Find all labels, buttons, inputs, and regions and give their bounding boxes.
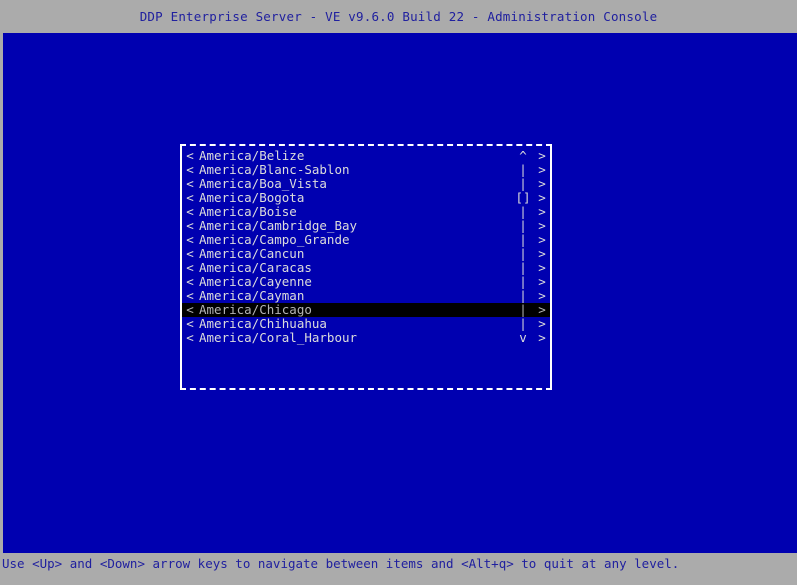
right-arrow-icon: > <box>538 148 546 163</box>
list-item[interactable]: < America/Chihuahua | > <box>182 317 550 331</box>
right-arrow-icon: > <box>538 316 546 331</box>
list-item-label: America/Cambridge_Bay <box>199 219 358 233</box>
list-item-label: America/Caracas <box>199 261 312 275</box>
list-item[interactable]: < America/Boa_Vista | > <box>182 177 550 191</box>
list-item-label: America/Coral_Harbour <box>199 331 358 345</box>
right-arrow-icon: > <box>538 260 546 275</box>
left-arrow-icon: < <box>186 288 194 303</box>
terminal-screen: DDP Enterprise Server - VE v9.6.0 Build … <box>0 0 797 585</box>
list-item-label: America/Blanc-Sablon <box>199 163 350 177</box>
list-item[interactable]: < America/Cambridge_Bay | > <box>182 219 550 233</box>
left-arrow-icon: < <box>186 162 194 177</box>
scrollbar-cell[interactable]: | <box>512 275 534 289</box>
status-bar: Use <Up> and <Down> arrow keys to naviga… <box>0 553 797 585</box>
list-item[interactable]: < America/Cayman | > <box>182 289 550 303</box>
list-item-label: America/Campo_Grande <box>199 233 350 247</box>
scrollbar-cell[interactable]: | <box>512 261 534 275</box>
right-arrow-icon: > <box>538 232 546 247</box>
list-item-label: America/Boa_Vista <box>199 177 327 191</box>
left-arrow-icon: < <box>186 232 194 247</box>
list-item[interactable]: < America/Campo_Grande | > <box>182 233 550 247</box>
scrollbar-cell[interactable]: | <box>512 317 534 331</box>
scrollbar-cell[interactable]: [] <box>512 191 534 205</box>
right-arrow-icon: > <box>538 162 546 177</box>
scrollbar-cell[interactable]: | <box>512 177 534 191</box>
left-arrow-icon: < <box>186 246 194 261</box>
list-item-label: America/Cancun <box>199 247 305 261</box>
left-arrow-icon: < <box>186 148 194 163</box>
timezone-list[interactable]: < America/Belize ^ > < America/Blanc-Sablon | >… <box>182 149 550 385</box>
scrollbar-cell[interactable]: | <box>512 289 534 303</box>
scrollbar-cell[interactable]: | <box>512 205 534 219</box>
list-item-label: America/Bogota <box>199 191 305 205</box>
right-arrow-icon: > <box>538 190 546 205</box>
right-arrow-icon: > <box>538 246 546 261</box>
list-item[interactable]: < America/Coral_Harbour v > <box>182 331 550 345</box>
list-item[interactable]: < America/Bogota [] > <box>182 191 550 205</box>
title-bar: DDP Enterprise Server - VE v9.6.0 Build … <box>0 0 797 33</box>
list-item[interactable]: < America/Cancun | > <box>182 247 550 261</box>
list-item[interactable]: < America/Chicago | > <box>182 303 550 317</box>
timezone-dialog[interactable]: < America/Belize ^ > < America/Blanc-Sablon | >… <box>180 144 552 390</box>
scrollbar-cell[interactable]: | <box>512 303 534 317</box>
list-item-label: America/Cayenne <box>199 275 312 289</box>
right-arrow-icon: > <box>538 204 546 219</box>
right-arrow-icon: > <box>538 288 546 303</box>
scrollbar-cell[interactable]: | <box>512 247 534 261</box>
left-arrow-icon: < <box>186 190 194 205</box>
list-item[interactable]: < America/Caracas | > <box>182 261 550 275</box>
scrollbar-cell[interactable]: | <box>512 233 534 247</box>
left-arrow-icon: < <box>186 302 194 317</box>
list-item[interactable]: < America/Blanc-Sablon | > <box>182 163 550 177</box>
left-arrow-icon: < <box>186 218 194 233</box>
left-arrow-icon: < <box>186 316 194 331</box>
list-item[interactable]: < America/Belize ^ > <box>182 149 550 163</box>
list-item[interactable]: < America/Cayenne | > <box>182 275 550 289</box>
right-arrow-icon: > <box>538 274 546 289</box>
status-hint-text: Use <Up> and <Down> arrow keys to naviga… <box>2 556 680 571</box>
scrollbar-cell[interactable]: v <box>512 331 534 345</box>
list-item-label: America/Chicago <box>199 303 312 317</box>
list-item-label: America/Belize <box>199 149 305 163</box>
left-arrow-icon: < <box>186 274 194 289</box>
left-arrow-icon: < <box>186 260 194 275</box>
left-arrow-icon: < <box>186 176 194 191</box>
right-arrow-icon: > <box>538 176 546 191</box>
list-item-label: America/Chihuahua <box>199 317 327 331</box>
right-arrow-icon: > <box>538 330 546 345</box>
scrollbar-cell[interactable]: | <box>512 163 534 177</box>
right-arrow-icon: > <box>538 218 546 233</box>
right-arrow-icon: > <box>538 302 546 317</box>
left-arrow-icon: < <box>186 204 194 219</box>
left-arrow-icon: < <box>186 330 194 345</box>
scrollbar-cell[interactable]: ^ <box>512 149 534 163</box>
list-item-label: America/Boise <box>199 205 297 219</box>
list-item[interactable]: < America/Boise | > <box>182 205 550 219</box>
scrollbar-cell[interactable]: | <box>512 219 534 233</box>
console-canvas: < America/Belize ^ > < America/Blanc-Sablon | >… <box>3 33 797 553</box>
page-title: DDP Enterprise Server - VE v9.6.0 Build … <box>139 9 658 24</box>
list-item-label: America/Cayman <box>199 289 305 303</box>
